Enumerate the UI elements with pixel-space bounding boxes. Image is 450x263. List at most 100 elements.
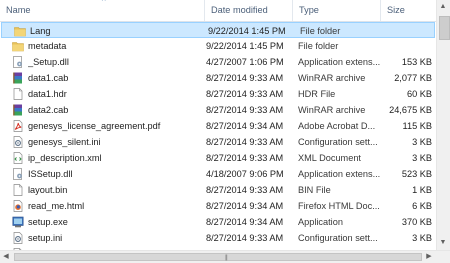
file-row[interactable]: ip_description.xml 8/27/2014 9:33 AM XML D… xyxy=(0,150,436,166)
xml-icon xyxy=(12,152,24,164)
file-date-modified: 8/27/2014 9:33 AM xyxy=(206,137,284,147)
file-type: File folder xyxy=(298,41,339,51)
exe-icon xyxy=(12,216,24,228)
pdf-icon xyxy=(12,120,24,132)
file-type: Application xyxy=(298,217,343,227)
file-row[interactable]: data1.cab 8/27/2014 9:33 AM WinRAR archive… xyxy=(0,70,436,86)
file-row[interactable]: setup.exe 8/27/2014 9:34 AM Application 370… xyxy=(0,214,436,230)
sort-ascending-icon: ⌃ xyxy=(100,0,108,7)
file-name: _Setup.dll xyxy=(28,57,69,67)
file-name: setup.ini xyxy=(28,233,63,243)
config-icon xyxy=(12,232,24,244)
file-row[interactable]: read_me.html 8/27/2014 9:34 AM Firefox HTM… xyxy=(0,198,436,214)
file-name: genesys_silent.ini xyxy=(28,137,101,147)
file-row[interactable]: genesys_license_agreement.pdf 8/27/2014 9… xyxy=(0,118,436,134)
file-name: ISSetup.dll xyxy=(28,169,73,179)
file-icon xyxy=(12,184,24,196)
file-size: 115 KB xyxy=(402,121,432,131)
file-type: Configuration sett... xyxy=(298,233,378,243)
file-row[interactable]: Lang 9/22/2014 1:45 PM File folder xyxy=(1,22,435,38)
column-header-bar: Name ⌃ Date modified Type Size xyxy=(0,0,436,22)
file-size: 370 KB xyxy=(401,217,432,227)
file-row[interactable]: metadata 9/22/2014 1:45 PM File folder xyxy=(0,38,436,54)
file-size: 3 KB xyxy=(412,233,432,243)
file-date-modified: 8/27/2014 9:33 AM xyxy=(206,105,284,115)
file-date-modified: 8/27/2014 9:33 AM xyxy=(206,233,284,243)
file-date-modified: 8/27/2014 9:34 AM xyxy=(206,201,284,211)
file-type: Application extens... xyxy=(298,169,381,179)
file-type: BIN File xyxy=(298,185,331,195)
column-header-name-label: Name xyxy=(6,5,31,15)
file-type: WinRAR archive xyxy=(298,73,366,83)
file-name: setup.exe xyxy=(28,217,68,227)
file-row[interactable]: setup.ini 8/27/2014 9:33 AM Configuration … xyxy=(0,230,436,246)
scroll-right-icon[interactable]: ▶ xyxy=(424,253,434,261)
file-date-modified: 4/18/2007 9:06 PM xyxy=(206,169,284,179)
file-row[interactable]: data2.cab 8/27/2014 9:33 AM WinRAR archive… xyxy=(0,102,436,118)
column-header-date-label: Date modified xyxy=(211,5,268,15)
config-icon xyxy=(12,136,24,148)
file-size: 3 KB xyxy=(412,137,432,147)
file-row[interactable]: layout.bin 8/27/2014 9:33 AM BIN File 1 KB xyxy=(0,182,436,198)
file-date-modified: 8/27/2014 9:33 AM xyxy=(206,73,284,83)
file-size: 1 KB xyxy=(412,185,432,195)
file-row[interactable]: ISSetup.dll 4/18/2007 9:06 PM Application … xyxy=(0,166,436,182)
file-list: Lang 9/22/2014 1:45 PM File folder metadata… xyxy=(0,22,436,250)
column-header-type-label: Type xyxy=(299,5,319,15)
horizontal-scroll-thumb[interactable]: ||| xyxy=(14,253,422,261)
file-type: Application extens... xyxy=(298,57,381,67)
folder-icon xyxy=(12,40,24,52)
file-name: data2.cab xyxy=(28,105,69,115)
file-name: Lang xyxy=(30,26,51,36)
file-name: ip_description.xml xyxy=(28,153,102,163)
file-size: 6 KB xyxy=(412,201,432,211)
file-size: 2,077 KB xyxy=(394,73,432,83)
file-size: 153 KB xyxy=(401,57,432,67)
horizontal-scrollbar[interactable]: ◀ ||| ▶ xyxy=(0,250,450,263)
vertical-scroll-thumb[interactable] xyxy=(439,16,450,40)
file-name: data1.hdr xyxy=(28,89,67,99)
file-type: File folder xyxy=(300,26,341,36)
winrar-icon xyxy=(12,72,24,84)
folder-icon xyxy=(14,25,26,37)
file-name: metadata xyxy=(28,41,67,51)
file-type: WinRAR archive xyxy=(298,105,366,115)
file-date-modified: 8/27/2014 9:34 AM xyxy=(206,121,284,131)
vertical-scrollbar[interactable]: ▲ ▼ xyxy=(436,0,450,250)
firefox-icon xyxy=(12,200,24,212)
file-icon xyxy=(12,88,24,100)
file-date-modified: 4/27/2007 1:06 PM xyxy=(206,57,284,67)
file-row[interactable]: genesys_silent.ini 8/27/2014 9:33 AM Confi… xyxy=(0,134,436,150)
column-header-size[interactable]: Size xyxy=(381,0,436,21)
scroll-up-icon[interactable]: ▲ xyxy=(436,3,450,11)
column-header-date[interactable]: Date modified xyxy=(205,0,293,21)
file-date-modified: 8/27/2014 9:33 AM xyxy=(206,185,284,195)
file-type: Adobe Acrobat D... xyxy=(298,121,376,131)
scroll-left-icon[interactable]: ◀ xyxy=(1,253,11,261)
file-type: Configuration sett... xyxy=(298,137,378,147)
file-size: 523 KB xyxy=(401,169,432,179)
file-date-modified: 8/27/2014 9:33 AM xyxy=(206,153,284,163)
file-row[interactable]: _Setup.dll 4/27/2007 1:06 PM Application e… xyxy=(0,54,436,70)
file-name: genesys_license_agreement.pdf xyxy=(28,121,161,131)
dll-icon xyxy=(12,168,24,180)
file-type: HDR File xyxy=(298,89,336,99)
file-date-modified: 9/22/2014 1:45 PM xyxy=(208,26,286,36)
file-date-modified: 9/22/2014 1:45 PM xyxy=(206,41,284,51)
file-name: read_me.html xyxy=(28,201,85,211)
dll-icon xyxy=(12,56,24,68)
file-name: data1.cab xyxy=(28,73,69,83)
file-date-modified: 8/27/2014 9:34 AM xyxy=(206,217,284,227)
file-size: 60 KB xyxy=(406,89,432,99)
file-name: layout.bin xyxy=(28,185,68,195)
scroll-down-icon[interactable]: ▼ xyxy=(436,239,450,247)
scroll-grip-icon: ||| xyxy=(225,255,228,261)
file-type: XML Document xyxy=(298,153,361,163)
file-size: 3 KB xyxy=(412,153,432,163)
file-row[interactable]: data1.hdr 8/27/2014 9:33 AM HDR File 60 KB xyxy=(0,86,436,102)
column-header-type[interactable]: Type xyxy=(293,0,381,21)
file-date-modified: 8/27/2014 9:33 AM xyxy=(206,89,284,99)
file-size: 24,675 KB xyxy=(389,105,432,115)
file-type: Firefox HTML Doc... xyxy=(298,201,380,211)
column-header-size-label: Size xyxy=(387,5,405,15)
